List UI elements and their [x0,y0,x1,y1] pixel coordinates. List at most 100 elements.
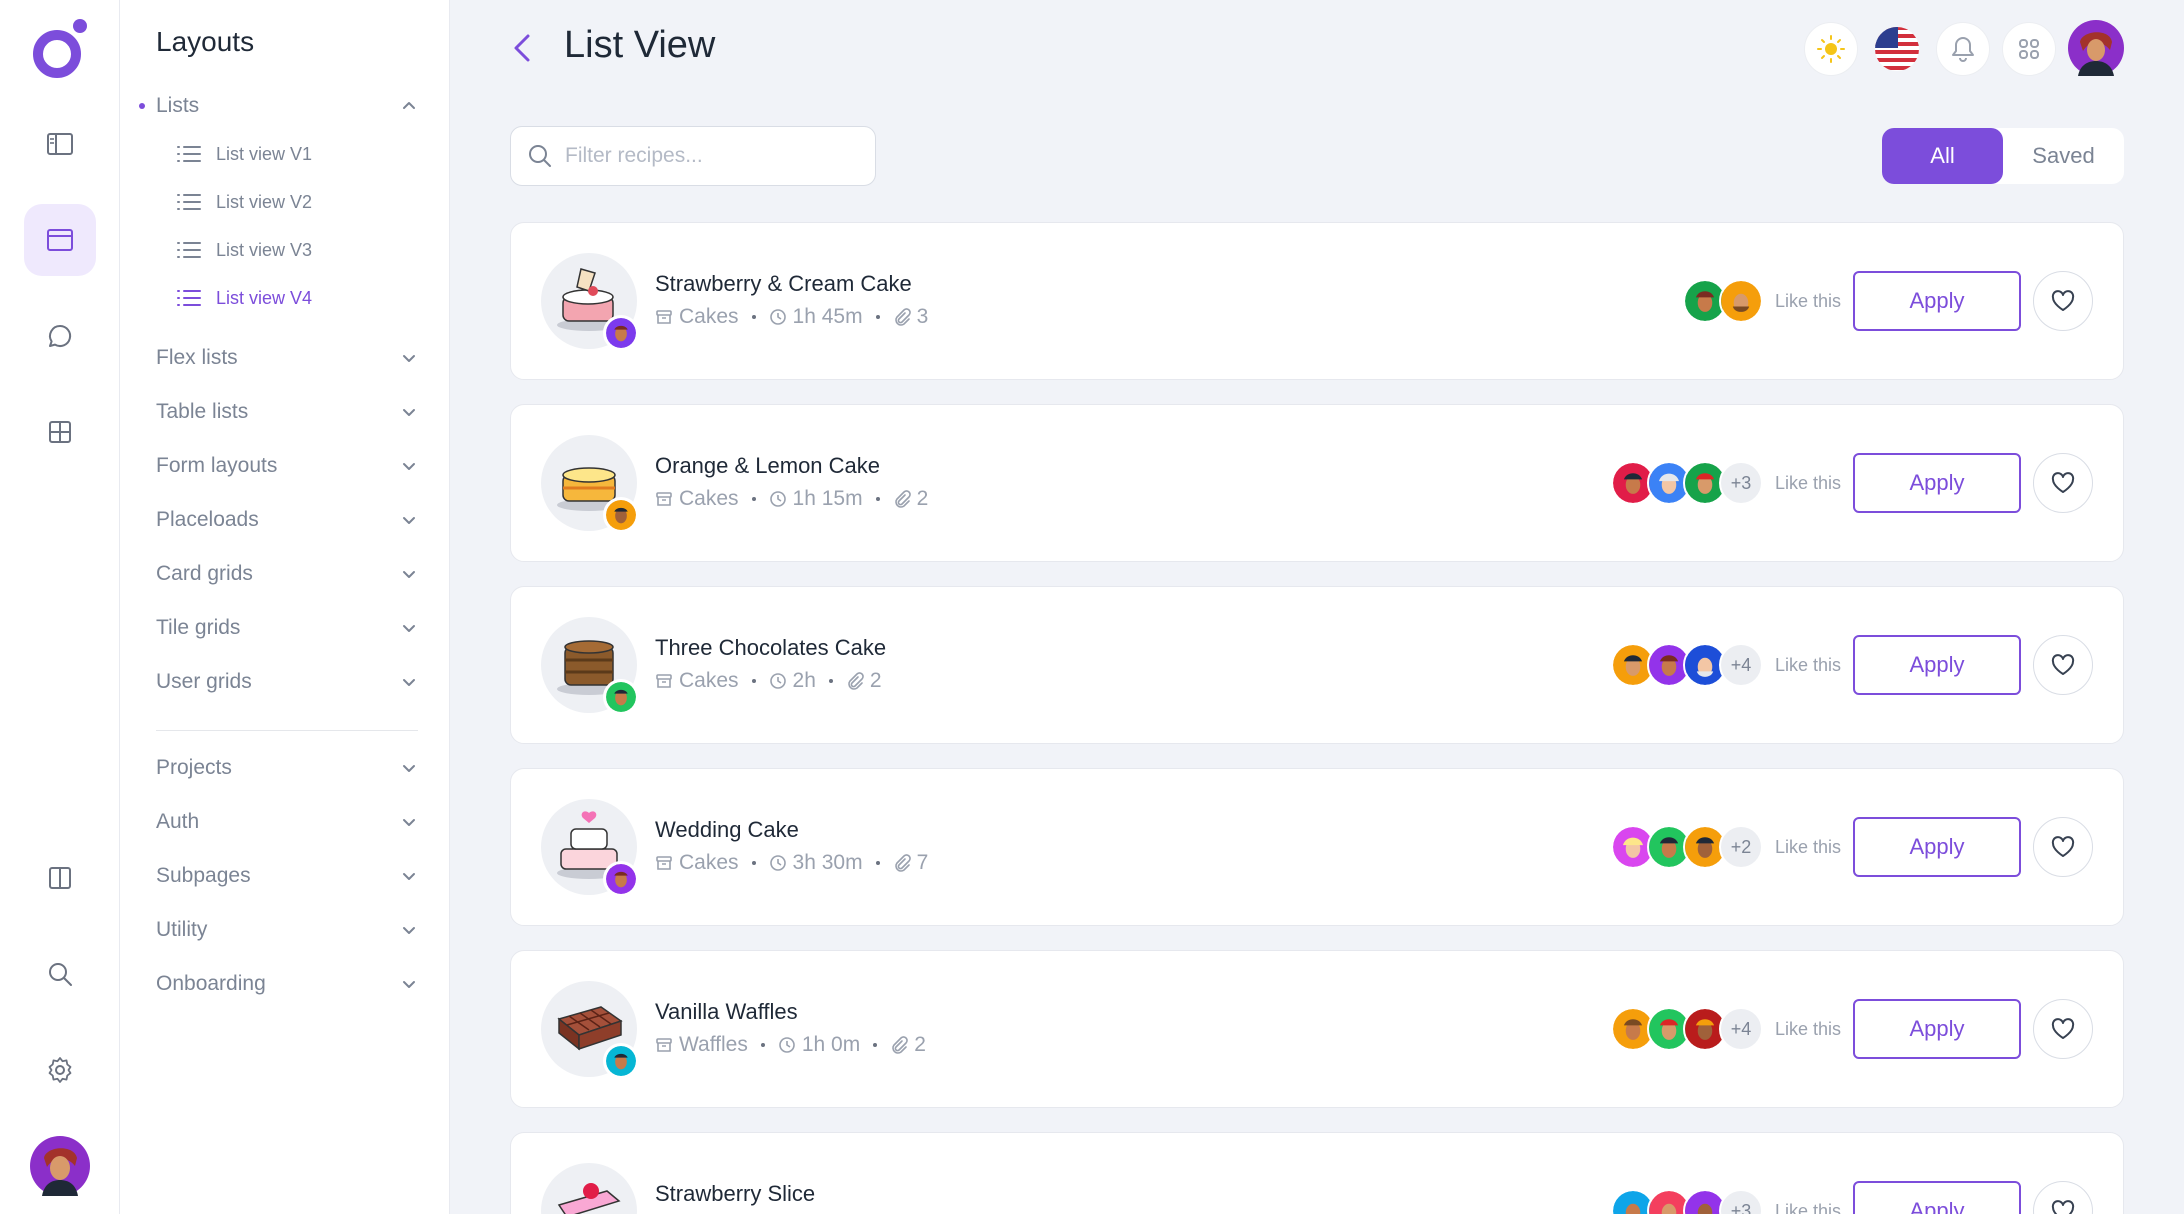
grid-icon[interactable] [24,396,96,468]
tab-saved[interactable]: Saved [2003,128,2124,184]
user-avatar[interactable] [30,1136,90,1196]
nav-group-label: Tile grids [156,616,241,639]
recipe-category: Cakes [679,305,739,328]
clock-icon [769,855,786,871]
recipe-card[interactable]: Vanilla Waffles Waffles 1h 0m 2 +4 Like … [510,950,2124,1108]
favorite-button[interactable] [2033,635,2093,695]
language-button[interactable] [1870,22,1924,76]
theme-toggle-button[interactable] [1804,22,1858,76]
search-icon [529,145,551,167]
separator-dot [751,679,756,683]
favorite-button[interactable] [2033,1181,2093,1214]
nav-group-flex-lists[interactable]: Flex lists [156,338,418,378]
recipe-card[interactable]: Wedding Cake Cakes 3h 30m 7 +2 Like this… [510,768,2124,926]
nav-group-label: Onboarding [156,972,266,995]
paperclip-icon [894,308,911,326]
nav-group-table-lists[interactable]: Table lists [156,392,418,432]
chevron-down-icon [403,679,415,686]
main-content: List View All Saved [450,0,2184,1214]
nav-group-auth[interactable]: Auth [156,802,418,842]
favorite-button[interactable] [2033,999,2093,1059]
nav-group-user-grids[interactable]: User grids [156,662,418,702]
recipe-meta: Cakes 1h 45m 3 [655,305,928,329]
nav-group-placeloads[interactable]: Placeloads [156,500,418,540]
app-logo[interactable] [30,18,90,80]
nav-item-list-view-v1[interactable]: List view V1 [176,137,312,171]
favorite-button[interactable] [2033,271,2093,331]
recipe-thumbnail [541,253,639,351]
apply-button[interactable]: Apply [1853,999,2021,1059]
nav-group-projects[interactable]: Projects [156,748,418,788]
favorite-button[interactable] [2033,817,2093,877]
recipe-card[interactable]: Orange & Lemon Cake Cakes 1h 15m 2 +3 Li… [510,404,2124,562]
recipe-card[interactable]: Strawberry & Cream Cake Cakes 1h 45m 3 L… [510,222,2124,380]
separator-dot [828,679,833,683]
columns-icon[interactable] [24,842,96,914]
chevron-down-icon [403,571,415,578]
nav-group-subpages[interactable]: Subpages [156,856,418,896]
tab-all[interactable]: All [1882,128,2003,184]
recipe-card[interactable]: Strawberry Slice +3 Like this Apply [510,1132,2124,1214]
profile-avatar[interactable] [2068,20,2124,76]
author-avatar [603,679,639,715]
recipe-card[interactable]: Three Chocolates Cake Cakes 2h 2 +4 Like… [510,586,2124,744]
us-flag-icon [1875,27,1919,71]
nav-item-list-view-v2[interactable]: List view V2 [176,185,312,219]
chevron-down-icon [403,625,415,632]
layouts-icon[interactable] [24,204,96,276]
like-this-label: Like this [1774,472,1841,493]
nav-item-list-view-v4[interactable]: List view V4 [176,281,312,315]
list-icon [177,242,201,258]
paperclip-icon [892,1036,909,1054]
box-icon [656,310,672,324]
search-icon[interactable] [24,938,96,1010]
favorite-button[interactable] [2033,453,2093,513]
nav-group-utility[interactable]: Utility [156,910,418,950]
nav-group-tile-grids[interactable]: Tile grids [156,608,418,648]
apply-button[interactable]: Apply [1853,271,2021,331]
apply-button[interactable]: Apply [1853,1181,2021,1214]
nav-group-card-grids[interactable]: Card grids [156,554,418,594]
sidebar-panel-icon[interactable] [24,108,96,180]
recipe-thumbnail [541,1163,637,1214]
nav-item-label: List view V2 [216,191,313,212]
author-avatar [603,315,639,351]
nav-group-form-layouts[interactable]: Form layouts [156,446,418,486]
cake-slice-icon [557,1183,621,1214]
recipe-title: Three Chocolates Cake [655,635,887,660]
separator-dot [760,1043,765,1047]
chevron-up-icon [403,102,415,109]
filter-search-box[interactable] [510,126,876,186]
apps-grid-icon [2019,39,2039,59]
nav-item-label: List view V3 [216,239,313,260]
recipe-thumbnail [541,799,639,897]
nav-group-label: Subpages [156,864,251,887]
chevron-down-icon [403,927,415,934]
nav-group-onboarding[interactable]: Onboarding [156,964,418,1004]
apply-button[interactable]: Apply [1853,635,2021,695]
heart-icon [2051,1200,2075,1214]
notifications-button[interactable] [1936,22,1990,76]
clock-icon [769,309,786,325]
list-icon [177,194,201,210]
box-icon [656,1038,672,1052]
like-this-label: Like this [1774,1200,1841,1214]
nav-group-lists[interactable]: Lists [139,86,418,126]
chat-icon[interactable] [24,300,96,372]
chevron-down-icon [403,765,415,772]
recipe-time: 2h [792,669,816,692]
box-icon [656,492,672,506]
recipe-title: Strawberry & Cream Cake [655,271,912,296]
separator-dot [875,315,880,319]
heart-icon [2051,654,2075,675]
back-arrow-icon[interactable] [506,30,542,66]
apply-button[interactable]: Apply [1853,453,2021,513]
likers-group: +2 Like this [1610,825,1841,869]
filter-recipes-input[interactable] [565,144,865,168]
nav-item-list-view-v3[interactable]: List view V3 [176,233,312,267]
apply-button[interactable]: Apply [1853,817,2021,877]
settings-gear-icon[interactable] [24,1034,96,1106]
nav-group-label: Utility [156,918,208,941]
sidebar-title: Layouts [156,26,255,57]
apps-button[interactable] [2002,22,2056,76]
